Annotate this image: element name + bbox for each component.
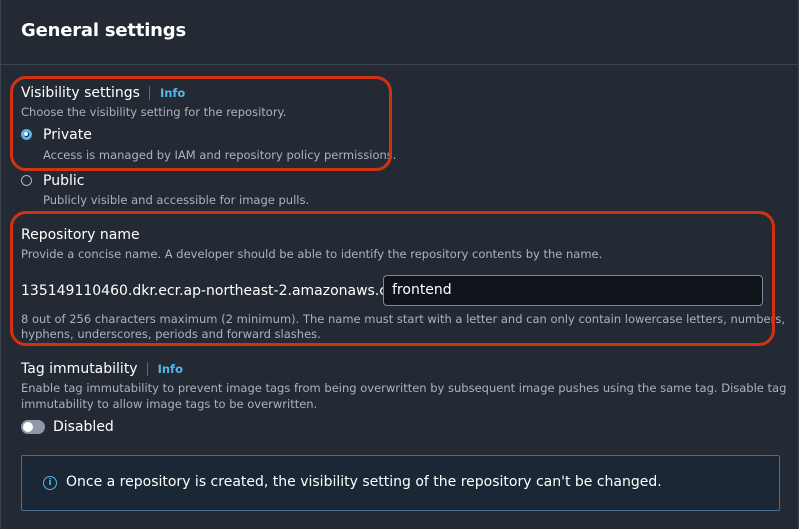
tag-immutability-label: Tag immutability Info <box>21 361 183 377</box>
tag-immutability-info-link[interactable]: Info <box>158 362 183 376</box>
section-title: General settings <box>21 20 186 41</box>
info-circle-icon: i <box>43 476 57 490</box>
alert-text: Once a repository is created, the visibi… <box>66 474 662 490</box>
tag-immutability-description-line2: immutability to allow image tags to be o… <box>21 397 318 411</box>
public-option-label[interactable]: Public <box>43 173 84 189</box>
tag-immutability-label-text: Tag immutability <box>21 361 138 377</box>
public-option-description: Publicly visible and accessible for imag… <box>43 193 310 207</box>
tag-immutability-description-line1: Enable tag immutability to prevent image… <box>21 381 787 395</box>
public-radio[interactable] <box>21 175 32 186</box>
visibility-info-alert: i Once a repository is created, the visi… <box>21 455 780 511</box>
panel-header: General settings <box>1 0 798 65</box>
repository-highlight-box <box>10 211 775 346</box>
tag-immutability-toggle-label[interactable]: Disabled <box>53 419 114 435</box>
general-settings-panel: General settings Visibility settings Info… <box>0 0 799 529</box>
tag-immutability-toggle[interactable] <box>21 420 45 434</box>
label-separator <box>146 362 148 376</box>
visibility-highlight-box <box>10 76 392 171</box>
